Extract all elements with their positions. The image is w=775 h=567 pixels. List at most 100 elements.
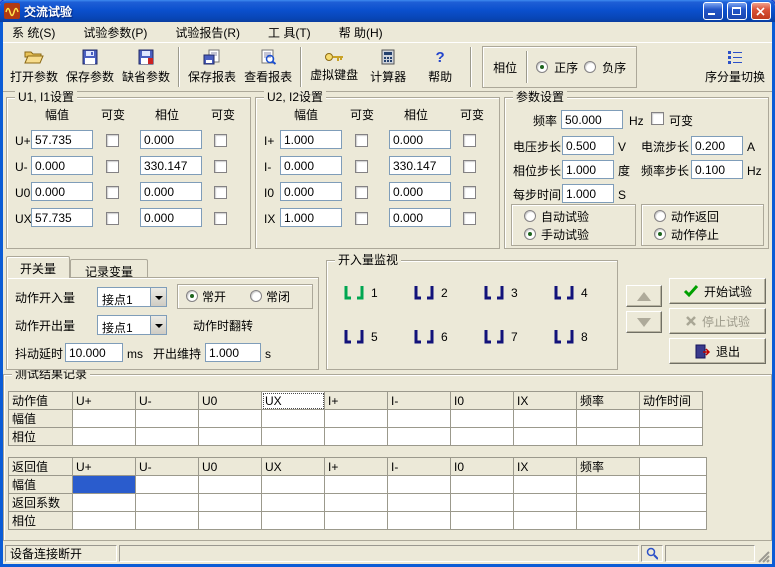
voltage-step-input[interactable] <box>562 136 614 155</box>
result-cell[interactable] <box>577 512 640 530</box>
normally-open-radio[interactable] <box>186 290 198 302</box>
result-cell[interactable] <box>73 494 136 512</box>
save-report-button[interactable]: 保存报表 <box>184 45 240 89</box>
result-cell[interactable] <box>451 410 514 428</box>
input-switch-3[interactable]: 3 <box>481 283 518 303</box>
result-cell[interactable] <box>514 512 577 530</box>
positive-sequence-radio[interactable] <box>536 61 548 73</box>
input-switch-1[interactable]: 1 <box>341 283 378 303</box>
result-cell[interactable] <box>325 428 388 446</box>
result-cell[interactable] <box>136 428 199 446</box>
menu-system[interactable]: 系 统(S) <box>3 22 64 43</box>
menu-test-params[interactable]: 试验参数(P) <box>74 22 156 43</box>
current-step-input[interactable] <box>691 136 743 155</box>
chevron-down-icon[interactable] <box>150 288 166 306</box>
u-minus-amp-variable-checkbox[interactable] <box>106 160 119 173</box>
stop-test-button[interactable]: 停止试验 <box>669 308 766 334</box>
magnifier-icon[interactable] <box>646 547 658 560</box>
u-zero-phase-variable-checkbox[interactable] <box>214 186 227 199</box>
result-cell[interactable] <box>262 512 325 530</box>
u-x-amplitude-input[interactable] <box>31 208 93 227</box>
column-header-focused[interactable]: UX <box>262 392 325 410</box>
u-plus-amplitude-input[interactable] <box>31 130 93 149</box>
i-minus-phase-variable-checkbox[interactable] <box>463 160 476 173</box>
i-minus-amp-variable-checkbox[interactable] <box>355 160 368 173</box>
menu-test-report[interactable]: 试验报告(R) <box>166 22 249 43</box>
result-cell[interactable] <box>451 512 514 530</box>
sequence-switch-button[interactable]: 序分量切换 <box>701 45 769 89</box>
input-switch-6[interactable]: 6 <box>411 327 448 347</box>
result-cell[interactable] <box>136 476 199 494</box>
i-plus-amp-variable-checkbox[interactable] <box>355 134 368 147</box>
u-zero-amplitude-input[interactable] <box>31 182 93 201</box>
selected-cell[interactable] <box>73 476 136 494</box>
result-cell[interactable] <box>199 428 262 446</box>
u-plus-amp-variable-checkbox[interactable] <box>106 134 119 147</box>
auto-test-radio[interactable] <box>524 210 536 222</box>
result-cell[interactable] <box>262 410 325 428</box>
resize-grip[interactable] <box>757 550 770 563</box>
result-cell[interactable] <box>325 410 388 428</box>
u-x-amp-variable-checkbox[interactable] <box>106 212 119 225</box>
result-cell[interactable] <box>136 512 199 530</box>
action-stop-radio[interactable] <box>654 228 666 240</box>
result-cell[interactable] <box>388 512 451 530</box>
result-cell[interactable] <box>325 512 388 530</box>
input-switch-2[interactable]: 2 <box>411 283 448 303</box>
result-cell[interactable] <box>577 410 640 428</box>
result-cell[interactable] <box>451 428 514 446</box>
i-minus-amplitude-input[interactable] <box>280 156 342 175</box>
result-cell[interactable] <box>451 476 514 494</box>
i-zero-amplitude-input[interactable] <box>280 182 342 201</box>
result-cell[interactable] <box>577 494 640 512</box>
i-plus-phase-input[interactable] <box>389 130 451 149</box>
result-cell[interactable] <box>577 428 640 446</box>
action-return-radio[interactable] <box>654 210 666 222</box>
i-x-phase-variable-checkbox[interactable] <box>463 212 476 225</box>
start-test-button[interactable]: 开始试验 <box>669 278 766 304</box>
u-minus-amplitude-input[interactable] <box>31 156 93 175</box>
u-zero-amp-variable-checkbox[interactable] <box>106 186 119 199</box>
result-cell[interactable] <box>388 494 451 512</box>
result-cell[interactable] <box>136 494 199 512</box>
phase-step-input[interactable] <box>562 160 614 179</box>
result-cell[interactable] <box>199 512 262 530</box>
result-cell[interactable] <box>514 494 577 512</box>
result-cell[interactable] <box>388 410 451 428</box>
frequency-input[interactable] <box>561 110 623 129</box>
exit-button[interactable]: 退出 <box>669 338 766 364</box>
result-cell[interactable] <box>325 476 388 494</box>
menu-help[interactable]: 帮 助(H) <box>330 22 392 43</box>
action-output-select[interactable]: 接点1 <box>97 315 167 335</box>
result-cell[interactable] <box>73 428 136 446</box>
frequency-variable-checkbox[interactable] <box>651 112 664 125</box>
result-cell[interactable] <box>514 410 577 428</box>
i-x-phase-input[interactable] <box>389 208 451 227</box>
result-cell[interactable] <box>136 410 199 428</box>
minimize-button[interactable] <box>703 2 723 20</box>
step-time-input[interactable] <box>562 184 614 203</box>
i-zero-amp-variable-checkbox[interactable] <box>355 186 368 199</box>
i-minus-phase-input[interactable] <box>389 156 451 175</box>
chevron-down-icon[interactable] <box>150 316 166 334</box>
result-cell[interactable] <box>640 428 703 446</box>
manual-test-radio[interactable] <box>524 228 536 240</box>
result-cell[interactable] <box>262 428 325 446</box>
result-cell[interactable] <box>640 410 703 428</box>
input-switch-4[interactable]: 4 <box>551 283 588 303</box>
u-plus-phase-variable-checkbox[interactable] <box>214 134 227 147</box>
open-params-button[interactable]: 打开参数 <box>6 45 62 89</box>
u-x-phase-input[interactable] <box>140 208 202 227</box>
output-hold-input[interactable] <box>205 343 261 362</box>
maximize-button[interactable] <box>727 2 747 20</box>
debounce-delay-input[interactable] <box>65 343 123 362</box>
result-cell[interactable] <box>262 494 325 512</box>
result-cell[interactable] <box>325 494 388 512</box>
negative-sequence-radio[interactable] <box>584 61 596 73</box>
i-x-amp-variable-checkbox[interactable] <box>355 212 368 225</box>
default-params-button[interactable]: 缺省参数 <box>118 45 174 89</box>
result-cell[interactable] <box>262 476 325 494</box>
u-minus-phase-input[interactable] <box>140 156 202 175</box>
i-plus-amplitude-input[interactable] <box>280 130 342 149</box>
result-cell[interactable] <box>73 410 136 428</box>
